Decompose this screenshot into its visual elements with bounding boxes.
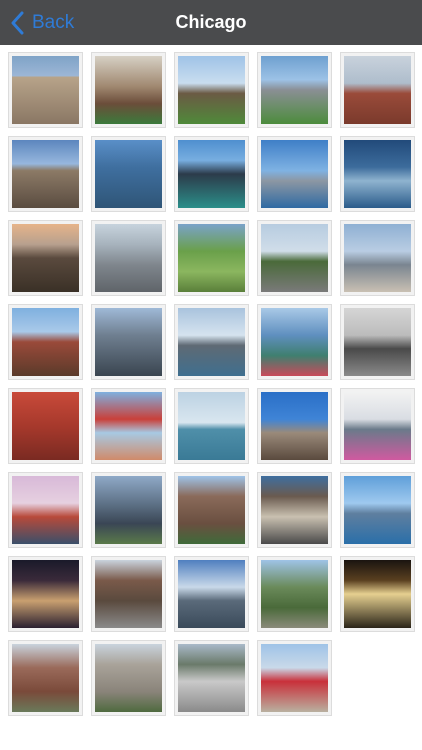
photo-fountain-night	[344, 560, 411, 628]
photo-thumbnail[interactable]	[8, 556, 83, 632]
photo-thumbnail[interactable]	[91, 640, 166, 716]
photo-bull-statue	[95, 56, 162, 124]
photo-smokestack	[261, 392, 328, 460]
photo-thumbnail[interactable]	[340, 136, 415, 212]
photo-thumbnail[interactable]	[8, 52, 83, 128]
photo-thumbnail[interactable]	[257, 388, 332, 464]
photo-thumbnail[interactable]	[340, 304, 415, 380]
photo-thumbnail[interactable]	[8, 472, 83, 548]
photo-city-aerial	[95, 224, 162, 292]
photo-lighthouse	[12, 476, 79, 544]
photo-red-sculpture	[261, 644, 328, 712]
photo-thumbnail[interactable]	[257, 556, 332, 632]
photo-thumbnail[interactable]	[91, 556, 166, 632]
photo-skyline-river	[178, 308, 245, 376]
back-button[interactable]: Back	[10, 8, 74, 38]
photo-thumbnail[interactable]	[174, 388, 249, 464]
photo-boulevard	[261, 224, 328, 292]
photo-church	[12, 308, 79, 376]
photo-navy-pier-aerial	[344, 140, 411, 208]
photo-horse-statue	[344, 308, 411, 376]
photo-thumbnail[interactable]	[257, 472, 332, 548]
photo-thumbnail[interactable]	[174, 472, 249, 548]
photo-thumbnail[interactable]	[174, 220, 249, 296]
photo-thumbnail[interactable]	[340, 472, 415, 548]
photo-thumbnail[interactable]	[174, 556, 249, 632]
photo-skyline-clouds	[178, 560, 245, 628]
photo-thumbnail[interactable]	[91, 388, 166, 464]
photo-thumbnail[interactable]	[91, 220, 166, 296]
photo-thumbnail[interactable]	[8, 640, 83, 716]
photo-thumbnail[interactable]	[257, 52, 332, 128]
photo-thumbnail[interactable]	[174, 640, 249, 716]
photo-thumbnail[interactable]	[174, 136, 249, 212]
chevron-left-icon	[11, 11, 24, 35]
photo-skyline-park	[95, 476, 162, 544]
photo-grid	[8, 52, 422, 716]
photo-thumbnail[interactable]	[257, 640, 332, 716]
photo-thumbnail[interactable]	[8, 136, 83, 212]
photo-thumbnail[interactable]	[91, 304, 166, 380]
photo-park-garden	[178, 224, 245, 292]
photo-thumbnail[interactable]	[8, 388, 83, 464]
photo-thumbnail[interactable]	[91, 472, 166, 548]
photo-apartment-tower	[178, 476, 245, 544]
photo-thumbnail[interactable]	[340, 52, 415, 128]
back-label: Back	[32, 12, 75, 33]
photo-thumbnail[interactable]	[340, 556, 415, 632]
photo-red-building	[12, 392, 79, 460]
photo-skyline-water	[344, 476, 411, 544]
photo-thumbnail[interactable]	[8, 220, 83, 296]
photo-glass-tower	[95, 140, 162, 208]
photo-thumbnail[interactable]	[257, 220, 332, 296]
photo-park-field	[178, 56, 245, 124]
photo-clock-tower	[344, 56, 411, 124]
photo-wrigley-building	[12, 56, 79, 124]
photo-trees-towers	[261, 560, 328, 628]
photo-thumbnail[interactable]	[8, 304, 83, 380]
photo-night-wrigley	[12, 560, 79, 628]
photo-brick-church	[12, 644, 79, 712]
photo-thumbnail[interactable]	[340, 388, 415, 464]
navigation-bar: Back Chicago	[0, 0, 422, 45]
photo-thumbnail[interactable]	[174, 52, 249, 128]
photo-skyline-crowd	[344, 224, 411, 292]
photo-skyline-lake	[261, 140, 328, 208]
photo-tall-tower-sky	[12, 140, 79, 208]
photo-thumbnail[interactable]	[257, 304, 332, 380]
photo-stadium-lawn	[261, 56, 328, 124]
photo-sailboat-lake	[178, 392, 245, 460]
photo-corner-building	[261, 476, 328, 544]
photo-bronze-tower-sunset	[12, 224, 79, 292]
photo-ferris-wheel	[95, 392, 162, 460]
photo-flowers-skyline	[344, 392, 411, 460]
photo-thumbnail[interactable]	[174, 304, 249, 380]
photo-towers-pair	[95, 308, 162, 376]
photo-lion-statue	[178, 644, 245, 712]
photo-dark-skyscraper	[178, 140, 245, 208]
photo-thumbnail[interactable]	[91, 52, 166, 128]
photo-highrise-block	[95, 644, 162, 712]
photo-thumbnail[interactable]	[340, 220, 415, 296]
photo-thumbnail[interactable]	[91, 136, 166, 212]
photo-thumbnail[interactable]	[257, 136, 332, 212]
photo-street-brownstones	[95, 560, 162, 628]
photo-wavy-tower	[261, 308, 328, 376]
